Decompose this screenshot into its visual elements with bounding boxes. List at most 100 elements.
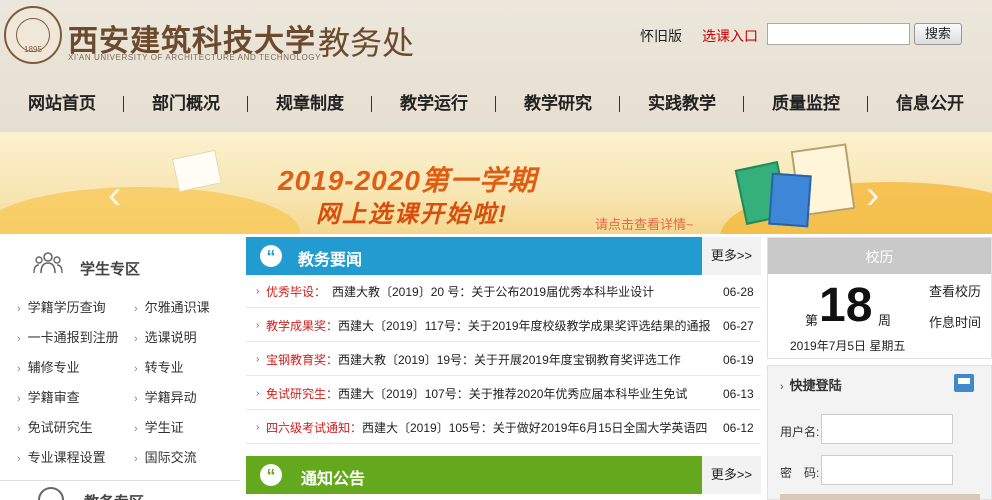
nav-divider <box>743 96 744 112</box>
nav-divider <box>495 96 496 112</box>
chevron-right-icon: › <box>256 286 260 297</box>
chevron-right-icon: › <box>17 423 21 435</box>
nav-divider <box>371 96 372 112</box>
notice-tab-label: 通知公告 <box>301 471 366 488</box>
quote-icon: “ <box>260 464 282 486</box>
students-icon <box>33 252 63 274</box>
news-title[interactable]: 西建大教〔2019〕20 号：关于公布2019届优秀本科毕业设计 <box>332 277 717 307</box>
course-selection-banner[interactable]: 2019-2020第一学期 网上选课开始啦! 请点击查看详情~ ‹ › <box>0 132 992 234</box>
department-name: 教务处 <box>318 25 415 61</box>
news-row[interactable]: › 四六级考试通知： 西建大〔2019〕105号：关于做好2019年6月15日全… <box>246 413 761 444</box>
chevron-right-icon: › <box>17 393 21 405</box>
news-title[interactable]: 西建大〔2019〕105号：关于做好2019年6月15日全国大学英语四 <box>362 413 716 443</box>
search-input[interactable] <box>767 23 910 45</box>
notice-more-link[interactable]: 更多>> <box>702 456 761 494</box>
student-link-erya[interactable]: › 尔雅通识课 <box>134 297 210 316</box>
news-row[interactable]: › 免试研究生： 西建大〔2019〕107号：关于推荐2020年优秀应届本科毕业… <box>246 379 761 410</box>
course-selection-link[interactable]: 选课入口 <box>702 26 758 46</box>
view-calendar-link[interactable]: 查看校历 <box>929 281 981 300</box>
main-nav: 网站首页 部门概况 规章制度 教学运行 教学研究 实践教学 质量监控 信息公开 <box>0 88 992 120</box>
student-zone-header: 学生专区 <box>0 235 240 289</box>
book-illustration <box>768 172 812 228</box>
student-link-change-major[interactable]: › 转专业 <box>134 357 184 376</box>
banner-next-icon[interactable]: › <box>866 175 879 215</box>
news-row[interactable]: › 教学成果奖： 西建大〔2019〕117号：关于2019年度校级教学成果奖评选… <box>246 311 761 342</box>
next-section-title: 教务专区 <box>84 491 144 500</box>
news-title[interactable]: 西建大教〔2019〕19号：关于开展2019年度宝钢教育奖评选工作 <box>338 345 716 375</box>
student-link-minor[interactable]: › 辅修专业 <box>17 357 80 376</box>
site-header: 1895 西安建筑科技大学 XI'AN UNIVERSITY OF ARCHIT… <box>0 0 992 132</box>
nav-teaching-research[interactable]: 教学研究 <box>524 88 592 120</box>
calendar-title: 校历 <box>768 238 991 274</box>
student-link-status-change[interactable]: › 学籍异动 <box>134 387 197 406</box>
nav-information-disclosure[interactable]: 信息公开 <box>896 88 964 120</box>
chevron-right-icon: › <box>17 363 21 375</box>
student-link-exempt-graduate[interactable]: › 免试研究生 <box>17 417 93 436</box>
news-date: 06-12 <box>723 421 754 435</box>
news-category: 优秀毕设： <box>266 285 327 299</box>
login-icon <box>954 374 974 392</box>
login-button-strip[interactable] <box>780 494 980 500</box>
banner-wave-left <box>0 187 300 234</box>
chevron-right-icon: › <box>256 388 260 399</box>
nav-divider <box>123 96 124 112</box>
banner-subheadline: 网上选课开始啦! <box>316 201 508 228</box>
university-seal-logo[interactable]: 1895 <box>4 6 62 64</box>
classic-version-link[interactable]: 怀旧版 <box>640 26 682 46</box>
news-row[interactable]: › 宝钢教育奖： 西建大教〔2019〕19号：关于开展2019年度宝钢教育奖评选… <box>246 345 761 376</box>
week-number: 18 <box>819 279 873 332</box>
chevron-right-icon: › <box>256 320 260 331</box>
schedule-link[interactable]: 作息时间 <box>929 312 981 331</box>
nav-regulations[interactable]: 规章制度 <box>276 88 344 120</box>
news-title[interactable]: 西建大〔2019〕117号：关于2019年度校级教学成果奖评选结果的通报 <box>338 311 716 341</box>
school-calendar: 校历 第 18 周 查看校历 作息时间 2019年7月5日 星期五 <box>767 237 992 359</box>
student-link-card-registration[interactable]: › 一卡通报到注册 <box>17 327 119 346</box>
news-category: 免试研究生： <box>266 387 339 401</box>
news-tab[interactable]: “ 教务要闻 <box>246 237 702 275</box>
current-date: 2019年7月5日 星期五 <box>790 339 906 353</box>
quick-login: › 快捷登陆 用户名: 密 码: <box>767 365 992 500</box>
student-link-status-review[interactable]: › 学籍审查 <box>17 387 80 406</box>
chevron-right-icon: › <box>134 303 138 315</box>
student-link-status-query[interactable]: › 学籍学历查询 <box>17 297 106 316</box>
banner-headline: 2019-2020第一学期 <box>278 165 537 196</box>
chevron-right-icon: › <box>17 453 21 465</box>
student-link-student-card[interactable]: › 学生证 <box>134 417 184 436</box>
password-field[interactable] <box>821 455 953 485</box>
nav-home[interactable]: 网站首页 <box>28 88 96 120</box>
notice-tab[interactable]: “ 通知公告 <box>246 456 702 494</box>
news-date: 06-13 <box>723 387 754 401</box>
news-date: 06-27 <box>723 319 754 333</box>
seal-year: 1895 <box>24 45 42 54</box>
nav-divider <box>867 96 868 112</box>
nav-teaching-operation[interactable]: 教学运行 <box>400 88 468 120</box>
news-category: 教学成果奖： <box>266 319 339 333</box>
nav-quality-monitoring[interactable]: 质量监控 <box>772 88 840 120</box>
chevron-right-icon: › <box>256 354 260 365</box>
chevron-right-icon: › <box>256 422 260 433</box>
chevron-right-icon: › <box>134 453 138 465</box>
search-button[interactable]: 搜索 <box>914 23 962 45</box>
student-link-course-guide[interactable]: › 选课说明 <box>134 327 197 346</box>
news-category: 四六级考试通知： <box>266 421 363 435</box>
banner-detail-link[interactable]: 请点击查看详情~ <box>595 214 694 233</box>
student-zone-title: 学生专区 <box>80 261 141 278</box>
nav-about[interactable]: 部门概况 <box>152 88 220 120</box>
news-title[interactable]: 西建大〔2019〕107号：关于推荐2020年优秀应届本科毕业生免试 <box>338 379 716 409</box>
password-label: 密 码: <box>780 466 820 480</box>
news-row[interactable]: › 优秀毕设： 西建大教〔2019〕20 号：关于公布2019届优秀本科毕业设计… <box>246 277 761 308</box>
news-tab-label: 教务要闻 <box>298 252 363 269</box>
student-link-curriculum[interactable]: › 专业课程设置 <box>17 447 106 466</box>
student-link-international[interactable]: › 国际交流 <box>134 447 197 466</box>
news-panel: “ 教务要闻 更多>> › 优秀毕设： 西建大教〔2019〕20 号：关于公布2… <box>246 237 761 444</box>
chevron-right-icon: › <box>780 381 784 393</box>
nav-practice-teaching[interactable]: 实践教学 <box>648 88 716 120</box>
news-category: 宝钢教育奖： <box>266 353 339 367</box>
notice-panel: “ 通知公告 更多>> <box>246 456 761 500</box>
username-field[interactable] <box>821 414 953 444</box>
banner-prev-icon[interactable]: ‹ <box>108 175 121 215</box>
nav-divider <box>247 96 248 112</box>
news-more-link[interactable]: 更多>> <box>702 237 761 275</box>
chevron-right-icon: › <box>17 333 21 345</box>
chevron-right-icon: › <box>134 363 138 375</box>
